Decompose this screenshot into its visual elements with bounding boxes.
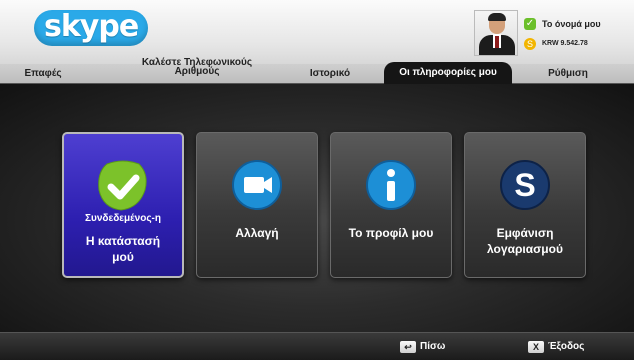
tile-label-line1: Η κατάστασή xyxy=(85,234,161,248)
tile-my-status[interactable]: Συνδεδεμένος-η Η κατάστασή μού xyxy=(62,132,184,278)
back-key-icon: ↩ xyxy=(400,341,416,353)
skype-logo: skype xyxy=(34,10,149,46)
credit-balance: KRW 9.542.78 xyxy=(542,40,588,47)
tile-label: Εμφάνιση λογαριασμού xyxy=(465,225,585,257)
tile-my-profile[interactable]: Το προφίλ μου xyxy=(330,132,452,278)
avatar xyxy=(474,10,518,56)
tile-label-line1: Το προφίλ μου xyxy=(348,226,434,240)
tab-call-phones-line2: Αριθμούς xyxy=(174,66,220,77)
tab-my-info[interactable]: Οι πληροφορίες μου xyxy=(384,62,512,84)
back-button[interactable]: ↩ Πίσω xyxy=(400,341,480,355)
tile-label: Η κατάστασή μού xyxy=(64,233,182,265)
tab-history[interactable]: Ιστορικό xyxy=(290,64,370,84)
online-status-icon: ✓ xyxy=(524,18,536,30)
exit-button[interactable]: X Έξοδος xyxy=(528,341,618,355)
status-text: Συνδεδεμένος-η xyxy=(85,213,161,224)
footer: ↩ Πίσω X Έξοδος xyxy=(0,332,634,360)
tile-label-line1: Αλλαγή xyxy=(235,226,279,240)
tile-change[interactable]: Αλλαγή xyxy=(196,132,318,278)
tile-label: Αλλαγή xyxy=(197,225,317,241)
tile-account-view[interactable]: S Εμφάνιση λογαριασμού xyxy=(464,132,586,278)
tab-bar: Επαφές Καλέστε Τηλεφωνικούς Αριθμούς Ιστ… xyxy=(0,58,634,84)
tab-contacts[interactable]: Επαφές xyxy=(8,64,78,84)
tile-label: Το προφίλ μου xyxy=(331,225,451,241)
profile-summary[interactable]: ✓ Το όνομά μου S KRW 9.542.78 xyxy=(474,10,634,56)
exit-label: Έξοδος xyxy=(548,341,585,352)
credit-coin-icon: S xyxy=(524,38,536,50)
header: skype ✓ Το όνομά μου S KRW 9.542.78 xyxy=(0,0,634,64)
exit-key-icon: X xyxy=(528,341,544,353)
skype-s-icon: S xyxy=(500,160,550,210)
main-panel: Συνδεδεμένος-η Η κατάστασή μού Αλλαγή Το… xyxy=(0,84,634,332)
info-icon xyxy=(366,160,416,210)
profile-name: Το όνομά μου xyxy=(542,19,601,29)
tile-label-line2: μού xyxy=(112,250,134,264)
tile-label-line2: λογαριασμού xyxy=(487,242,563,256)
tile-label-line1: Εμφάνιση xyxy=(496,226,554,240)
video-camera-icon xyxy=(232,160,282,210)
check-status-icon xyxy=(98,160,147,211)
back-label: Πίσω xyxy=(420,341,446,352)
tab-call-phones[interactable]: Καλέστε Τηλεφωνικούς Αριθμούς xyxy=(122,57,272,77)
tab-settings[interactable]: Ρύθμιση xyxy=(528,64,608,84)
svg-text:S: S xyxy=(514,167,535,203)
